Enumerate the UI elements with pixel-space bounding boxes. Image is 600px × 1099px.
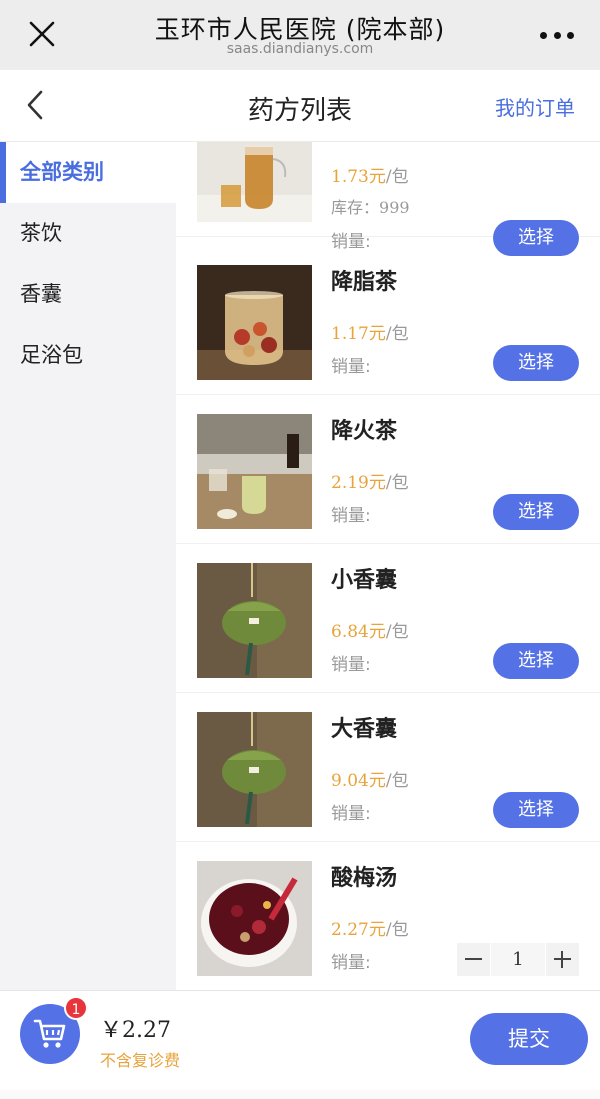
select-button[interactable]: 选择 [493,345,579,381]
browser-topbar: 玉环市人民医院 (院本部) saas.diandianys.com [0,0,600,70]
product-price: 6.84元/包 [331,622,409,642]
product-sales: 销量: [331,804,371,824]
category-sachet[interactable]: 香囊 [0,264,176,325]
select-button[interactable]: 选择 [493,792,579,828]
product-image [197,265,312,380]
cart-icon [33,1019,66,1048]
product-sales: 销量: [331,357,371,377]
product-price: 1.73元/包 [331,167,409,187]
product-sales: 销量: [331,655,371,675]
product-item: 小香囊 6.84元/包 销量: 选择 [176,544,600,693]
page-header: 药方列表 我的订单 [0,70,600,142]
cart-total: ￥2.27 [100,1018,171,1043]
more-icon[interactable] [540,32,574,40]
cart-bar: 1 ￥2.27 不含复诊费 提交 [0,990,600,1090]
product-item: 降火茶 2.19元/包 销量: 选择 [176,395,600,544]
product-name: 降脂茶 [331,270,398,295]
select-button[interactable]: 选择 [493,494,579,530]
browser-domain: saas.diandianys.com [226,41,374,57]
product-price: 1.17元/包 [331,324,409,344]
product-price: 9.04元/包 [331,771,409,791]
product-name: 酸梅汤 [331,866,398,891]
product-item: 1.73元/包 库存：999 销量: 选择 [176,142,600,256]
increase-button[interactable] [546,943,579,976]
category-footbath[interactable]: 足浴包 [0,325,176,386]
submit-button[interactable]: 提交 [470,1013,588,1065]
product-name: 大香囊 [331,717,398,742]
product-item: 降脂茶 1.17元/包 销量: 选择 [176,246,600,395]
category-sidebar: 全部类别 茶饮 香囊 足浴包 [0,142,176,990]
select-button[interactable]: 选择 [493,643,579,679]
product-image [197,712,312,827]
product-stock: 库存：999 [331,198,410,217]
cart-count-badge: 1 [64,996,88,1020]
quantity-stepper: 1 [457,943,579,976]
product-item: 酸梅汤 2.27元/包 销量: 1 [176,842,600,990]
product-image [197,563,312,678]
product-name: 小香囊 [331,568,398,593]
product-name: 降火茶 [331,419,398,444]
decrease-button[interactable] [457,943,490,976]
product-image [197,142,312,222]
product-item: 大香囊 9.04元/包 销量: 选择 [176,693,600,842]
product-list[interactable]: 1.73元/包 库存：999 销量: 选择 降脂茶 1.17元/包 销量: 选择 [176,142,600,990]
quantity-value[interactable]: 1 [491,943,545,976]
my-orders-link[interactable]: 我的订单 [495,92,575,121]
fee-note: 不含复诊费 [100,1051,181,1070]
product-price: 2.27元/包 [331,920,409,940]
category-all[interactable]: 全部类别 [0,142,176,203]
product-image [197,861,312,976]
product-sales: 销量: [331,953,371,973]
product-price: 2.19元/包 [331,473,409,493]
category-tea[interactable]: 茶饮 [0,203,176,264]
bottom-safe-area [0,1090,600,1099]
product-image [197,414,312,529]
product-sales: 销量: [331,506,371,526]
